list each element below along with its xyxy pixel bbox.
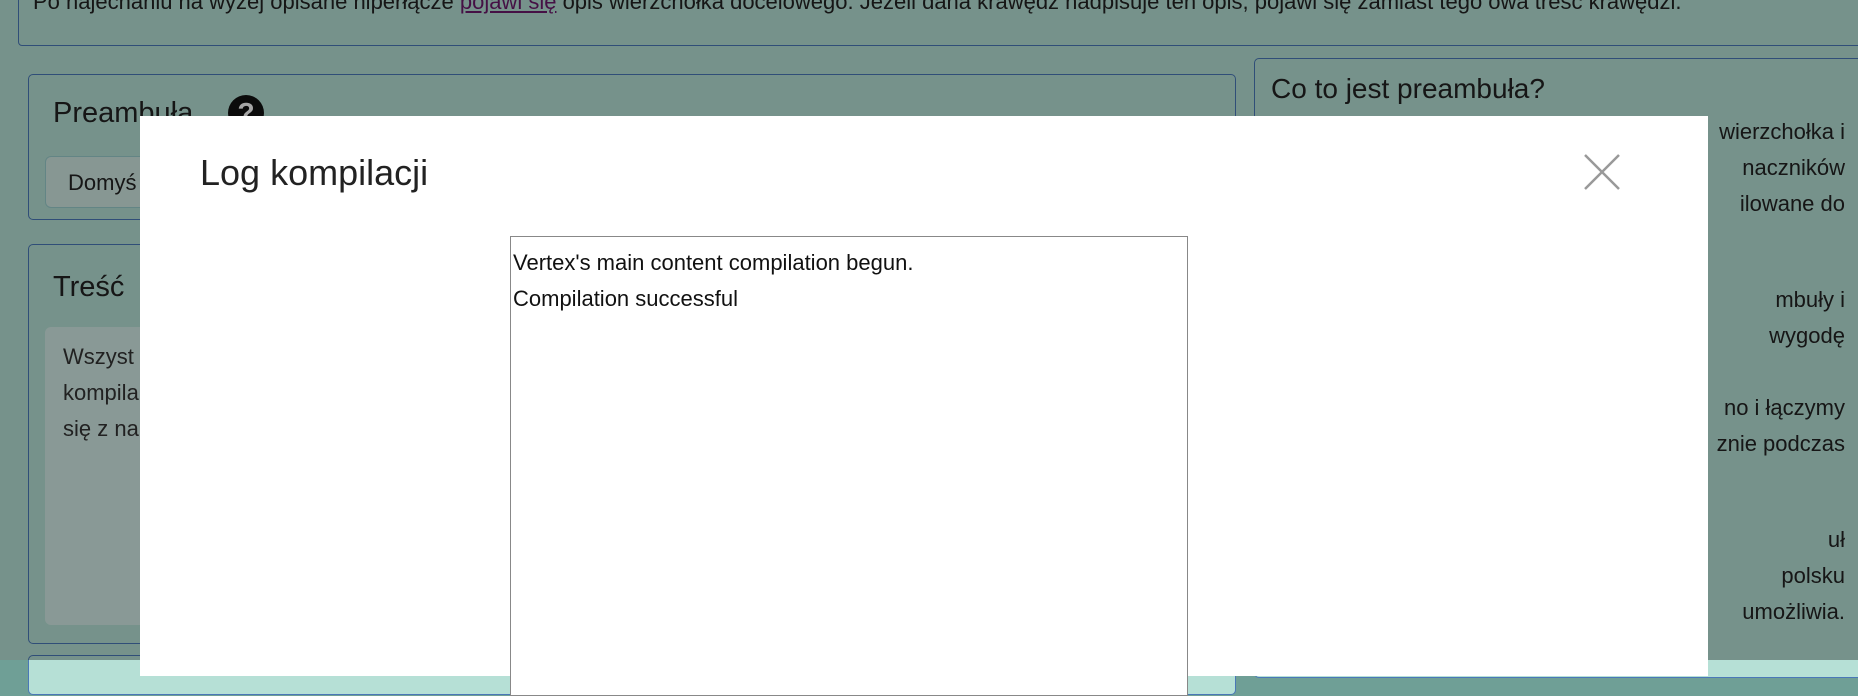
compilation-log-modal: Log kompilacji Vertex's main content com…	[140, 116, 1708, 696]
log-line: Compilation successful	[513, 286, 738, 311]
modal-title: Log kompilacji	[200, 152, 429, 193]
close-button[interactable]	[1582, 152, 1622, 192]
log-line: Vertex's main content compilation begun.	[513, 250, 914, 275]
compilation-log-textarea[interactable]: Vertex's main content compilation begun.…	[510, 236, 1188, 696]
close-icon	[1584, 154, 1620, 190]
